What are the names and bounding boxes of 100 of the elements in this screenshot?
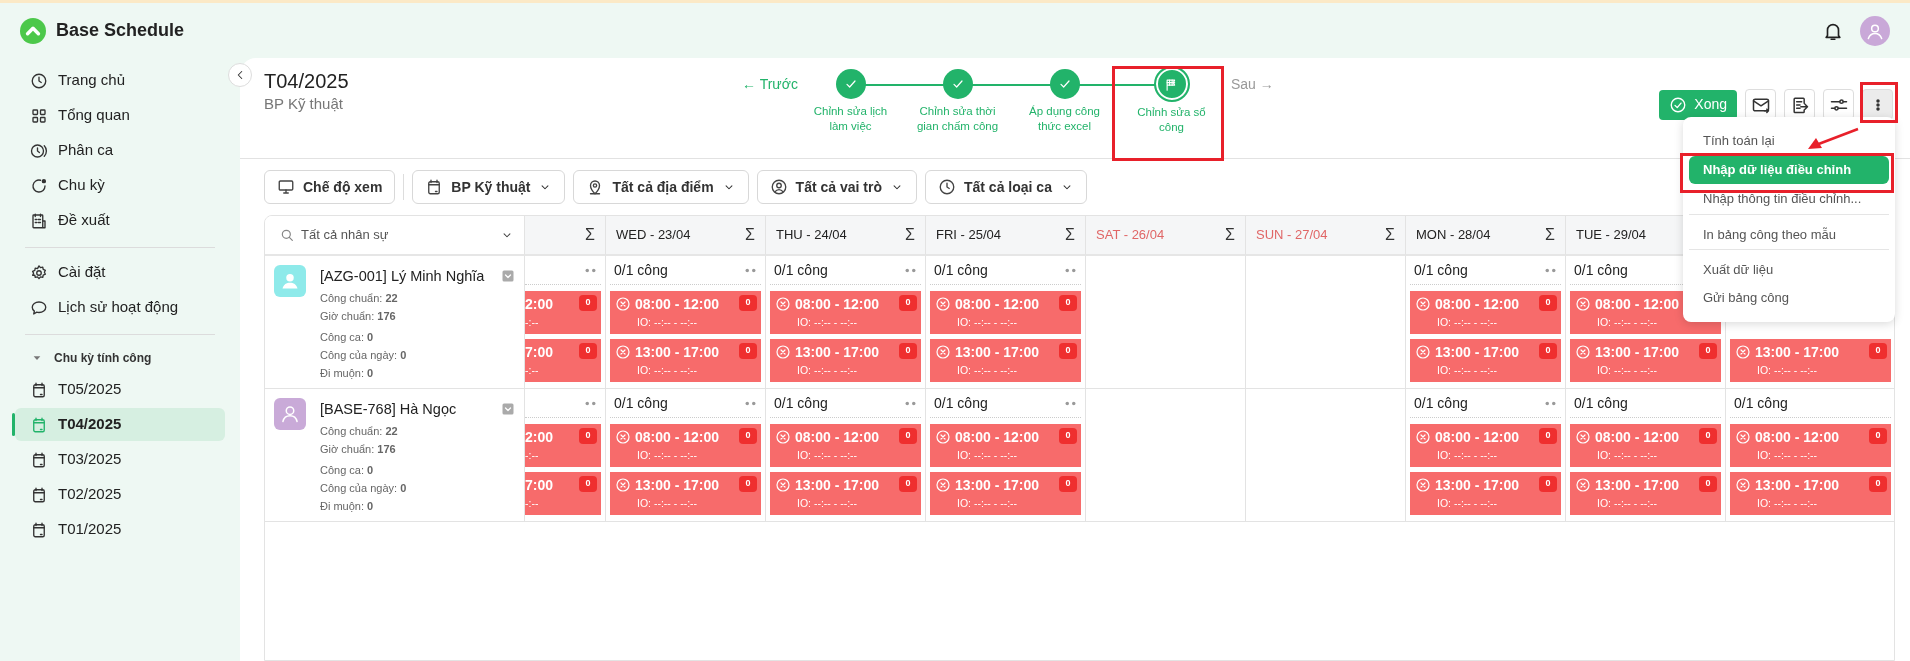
shift-block[interactable]: 13:00 - 17:00 IO: --:-- - --:-- 0 (1730, 339, 1891, 382)
shift-time: 13:00 - 17:00 (1755, 343, 1840, 361)
count-badge: 0 (739, 295, 757, 311)
filter-dropdown[interactable]: Tất cả loại ca (925, 170, 1087, 204)
shift-block[interactable]: 08:00 - 12:00 IO: --:-- - --:-- 0 (1410, 424, 1561, 467)
shift-block[interactable]: 08:00 - 12:00 IO: --:-- - --:-- 0 (930, 424, 1081, 467)
work-count: 0/1 công (1574, 393, 1628, 413)
sidebar-item[interactable]: T02/2025 (15, 478, 225, 511)
shift-block[interactable]: 13:00 - 17:00 IO: --:-- - --:-- 0 (1570, 472, 1721, 515)
shift-time: 2:00 (525, 428, 554, 446)
shift-time: 13:00 - 17:00 (795, 476, 880, 494)
shift-block[interactable]: 13:00 - 17:00 IO: --:-- - --:-- 0 (1570, 339, 1721, 382)
shift-block[interactable]: 08:00 - 12:00 IO: --:-- - --:-- 0 (1410, 291, 1561, 334)
shift-block[interactable]: 13:00 - 17:00 IO: --:-- - --:-- 0 (610, 339, 761, 382)
employee-name: [BASE-768] Hà Ngọc (320, 400, 457, 419)
sum-symbol[interactable]: Σ (1225, 223, 1235, 247)
shift-block[interactable]: 13:00 - 17:00 IO: --:-- - --:-- 0 (770, 472, 921, 515)
shift-block[interactable]: 13:00 - 17:00 IO: --:-- - --:-- 0 (930, 339, 1081, 382)
sidebar-item[interactable]: Trang chủ (15, 64, 225, 97)
check-in-out: IO: --:-- - --:-- (796, 315, 859, 329)
x-circle-icon (615, 477, 631, 493)
filter-dropdown[interactable]: Chế độ xem (264, 170, 396, 204)
menu-item[interactable]: In bảng công theo mẫu (1689, 214, 1889, 248)
shift-block[interactable]: 13:00 - 17:00 IO: --:-- - --:-- 0 (610, 472, 761, 515)
shift-block[interactable]: 7:00 -:-- 0 (525, 339, 601, 382)
shift-block[interactable]: 2:00 -:-- 0 (525, 424, 601, 467)
count-badge: 0 (1059, 343, 1077, 359)
clock-icon (30, 71, 48, 90)
x-circle-icon (615, 344, 631, 360)
shift-block[interactable]: 08:00 - 12:00 IO: --:-- - --:-- 0 (610, 291, 761, 334)
x-circle-icon (1575, 477, 1591, 493)
shift-time: 13:00 - 17:00 (1595, 343, 1680, 361)
count-badge: 0 (1539, 295, 1557, 311)
user-avatar[interactable] (1860, 15, 1890, 46)
work-count: 0/1 công (1414, 260, 1468, 280)
sum-symbol[interactable]: Σ (585, 223, 595, 247)
shift-block[interactable]: 08:00 - 12:00 IO: --:-- - --:-- 0 (610, 424, 761, 467)
menu-item[interactable]: Nhập dữ liệu điều chỉnh (1689, 156, 1889, 184)
shift-block[interactable]: 13:00 - 17:00 IO: --:-- - --:-- 0 (930, 472, 1081, 515)
x-circle-icon (1415, 296, 1431, 312)
sidebar-item[interactable]: Lịch sử hoạt động (15, 291, 225, 324)
menu-item[interactable]: Nhập thông tin điều chỉnh... (1689, 185, 1889, 213)
sum-symbol[interactable]: Σ (905, 223, 915, 247)
shift-time: 2:00 (525, 295, 554, 313)
shift-block[interactable]: 7:00 -:-- 0 (525, 472, 601, 515)
check-in-out: IO: --:-- - --:-- (1436, 448, 1499, 462)
shift-block[interactable]: 08:00 - 12:00 IO: --:-- - --:-- 0 (770, 424, 921, 467)
menu-item[interactable]: Xuất dữ liệu (1689, 249, 1889, 283)
sum-symbol[interactable]: Σ (745, 223, 755, 247)
sidebar-item[interactable]: Cài đặt (15, 256, 225, 289)
section-header[interactable]: Chu kỳ tính công (15, 343, 225, 373)
person-icon (280, 404, 300, 424)
sum-symbol[interactable]: Σ (1065, 223, 1075, 247)
sidebar-item[interactable]: Đề xuất (15, 204, 225, 237)
x-circle-icon (1575, 429, 1591, 445)
sum-symbol[interactable]: Σ (1385, 223, 1395, 247)
check-in-out: -:-- (525, 315, 540, 329)
sidebar-item[interactable]: T01/2025 (15, 513, 225, 546)
shift-time: 08:00 - 12:00 (635, 428, 720, 446)
sidebar-item[interactable]: Phân ca (15, 134, 225, 167)
x-circle-icon (1735, 429, 1751, 445)
count-badge: 0 (1059, 428, 1077, 444)
step-label: Chỉnh sửa thời gian chấm công (916, 104, 999, 134)
shift-block[interactable]: 08:00 - 12:00 IO: --:-- - --:-- 0 (930, 291, 1081, 334)
shift-block[interactable]: 13:00 - 17:00 IO: --:-- - --:-- 0 (1410, 472, 1561, 515)
count-badge: 0 (739, 428, 757, 444)
x-circle-icon (1415, 477, 1431, 493)
shift-block[interactable]: 13:00 - 17:00 IO: --:-- - --:-- 0 (1410, 339, 1561, 382)
filter-dropdown[interactable]: Tất cả vai trò (756, 170, 917, 204)
filter-dropdown[interactable]: Tất cả địa điểm (573, 170, 749, 204)
work-count: 0/1 công (1414, 393, 1468, 413)
sum-symbol[interactable]: Σ (1545, 223, 1555, 247)
shift-block[interactable]: 13:00 - 17:00 IO: --:-- - --:-- 0 (770, 339, 921, 382)
employee-stat: Công chuẩn: 22 (320, 291, 399, 306)
sidebar-item[interactable]: T05/2025 (15, 373, 225, 406)
shift-block[interactable]: 08:00 - 12:00 IO: --:-- - --:-- 0 (770, 291, 921, 334)
chevron-square-icon[interactable] (502, 403, 514, 415)
filter-dropdown[interactable]: BP Kỹ thuật (412, 170, 566, 204)
shift-block[interactable]: 13:00 - 17:00 IO: --:-- - --:-- 0 (1730, 472, 1891, 515)
check-in-out: IO: --:-- - --:-- (796, 496, 859, 510)
sidebar-item[interactable]: T04/2025 (15, 408, 225, 441)
day-label: SAT - 26/04 (1096, 226, 1165, 245)
step-label: Chỉnh sửa sổ công (1137, 105, 1206, 135)
check-in-out: IO: --:-- - --:-- (956, 448, 1019, 462)
collapse-button[interactable] (228, 63, 252, 87)
day-label: TUE - 29/04 (1576, 226, 1647, 245)
previous-link[interactable]: ← Trước (742, 74, 797, 95)
work-count: 0/1 công (774, 260, 828, 280)
menu-item[interactable]: Tính toán lại (1689, 127, 1889, 155)
shift-block[interactable]: 08:00 - 12:00 IO: --:-- - --:-- 0 (1730, 424, 1891, 467)
sidebar-item[interactable]: Chu kỳ (15, 169, 225, 202)
sidebar-item[interactable]: Tổng quan (15, 99, 225, 132)
sidebar-item[interactable]: T03/2025 (15, 443, 225, 476)
search-field[interactable]: Tất cả nhân sự (301, 225, 494, 245)
check-in-out: IO: --:-- - --:-- (956, 496, 1019, 510)
work-count: 0/1 công (934, 393, 988, 413)
shift-block[interactable]: 2:00 -:-- 0 (525, 291, 601, 334)
done-button[interactable]: Xong (1659, 89, 1737, 120)
shift-block[interactable]: 08:00 - 12:00 IO: --:-- - --:-- 0 (1570, 424, 1721, 467)
chevron-square-icon[interactable] (502, 270, 514, 282)
